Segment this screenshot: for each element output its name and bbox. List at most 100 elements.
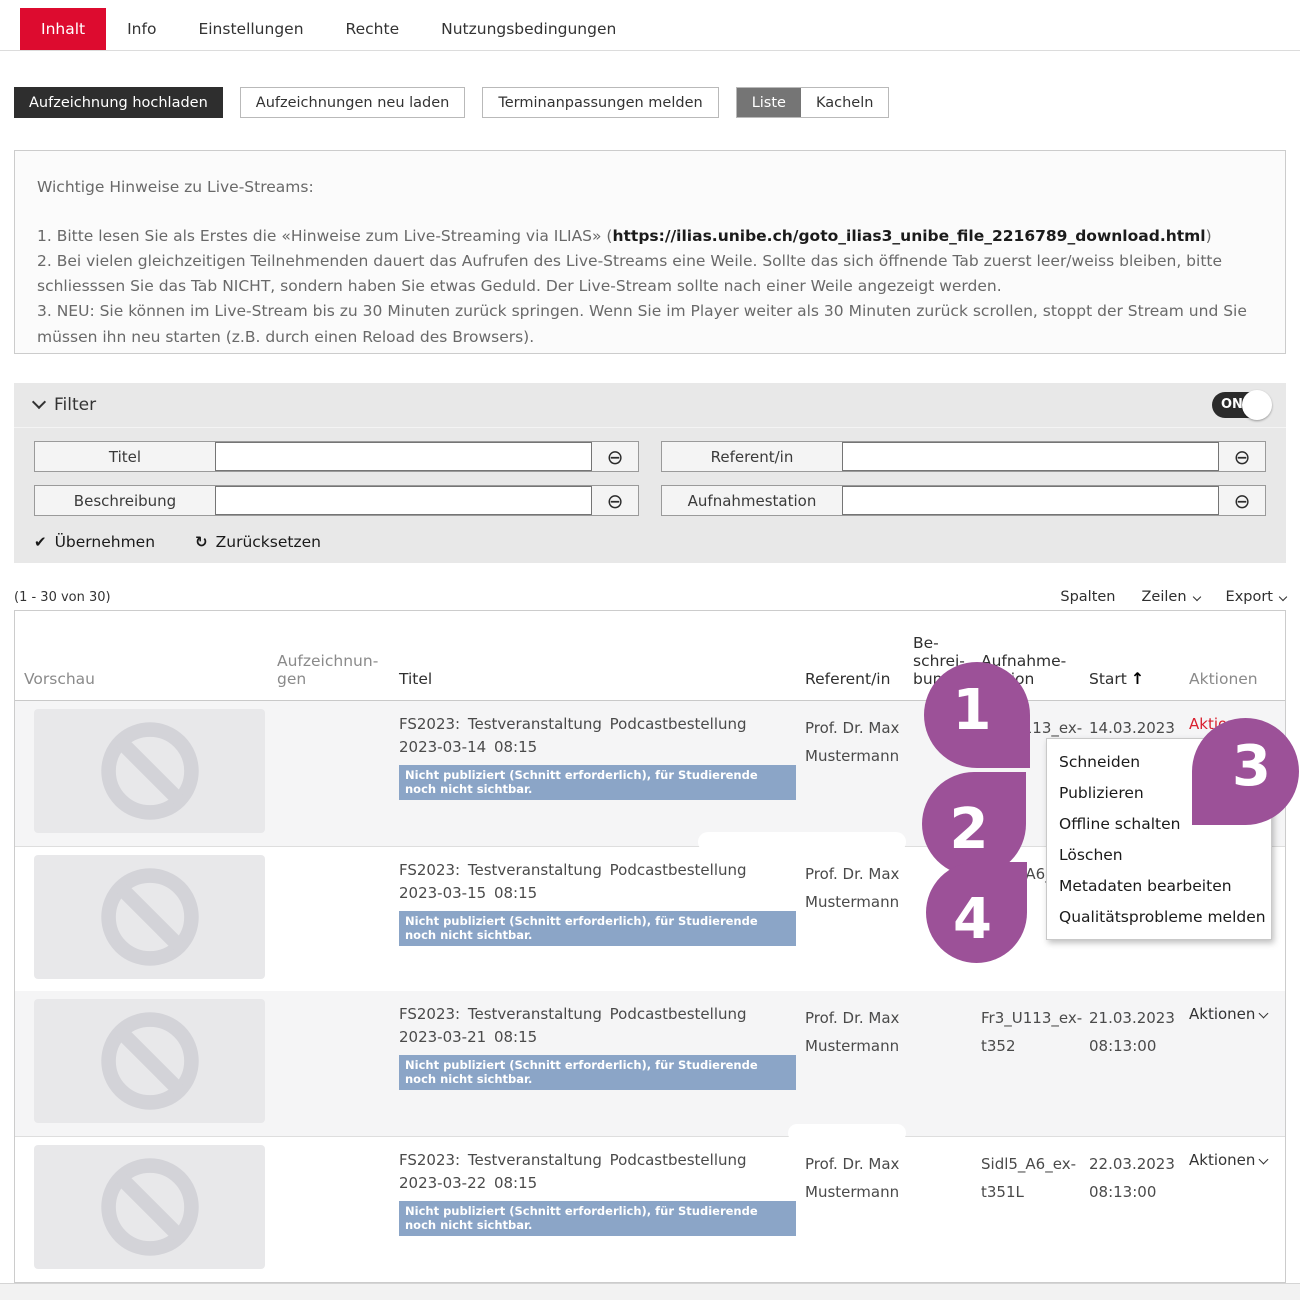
- start-cell: 22.03.2023 08:13:00: [1089, 1145, 1180, 1207]
- notice-line-1: 1. Bitte lesen Sie als Erstes die «Hinwe…: [37, 224, 1263, 249]
- remove-filter-icon[interactable]: ⊖: [592, 486, 638, 515]
- notice-download-link[interactable]: https://ilias.unibe.ch/goto_ilias3_unibe…: [612, 227, 1205, 245]
- row-actions-dropdown[interactable]: Aktionen: [1189, 999, 1285, 1023]
- recording-title[interactable]: FS2023: Testveranstaltung Podcastbestell…: [399, 1145, 796, 1196]
- preview-thumbnail: [34, 1145, 265, 1269]
- filter-field-titel: Titel ⊖: [34, 441, 639, 472]
- filter-input-aufnahmestation[interactable]: [842, 486, 1219, 515]
- filter-input-referent[interactable]: [842, 442, 1219, 471]
- tab-einstellungen[interactable]: Einstellungen: [177, 8, 324, 50]
- chevron-down-icon: [1259, 1155, 1269, 1165]
- no-preview-icon: [94, 715, 206, 827]
- filter-field-aufnahmestation: Aufnahmestation ⊖: [661, 485, 1266, 516]
- sort-asc-icon: ↑: [1131, 669, 1144, 688]
- toggle-on-label: ON: [1221, 397, 1243, 412]
- notice-line-1-suffix: ): [1206, 227, 1212, 245]
- remove-filter-icon[interactable]: ⊖: [592, 442, 638, 471]
- recording-title[interactable]: FS2023: Testveranstaltung Podcastbestell…: [399, 855, 796, 906]
- notice-heading: Wichtige Hinweise zu Live-Streams:: [37, 175, 1263, 200]
- report-schedule-changes-button[interactable]: Terminanpassungen melden: [482, 87, 718, 118]
- recordings-table: Vorschau Aufzeichnun­gen Titel Referent/…: [14, 610, 1286, 1283]
- filter-label-titel: Titel: [35, 442, 215, 471]
- actions-label: Aktionen: [1189, 1151, 1255, 1169]
- remove-filter-icon[interactable]: ⊖: [1219, 442, 1265, 471]
- result-range: (1 - 30 von 30): [14, 590, 111, 605]
- no-preview-icon: [94, 1151, 206, 1263]
- recording-title[interactable]: FS2023: Testveranstaltung Podcastbestell…: [399, 999, 796, 1050]
- annotation-callout-1: 1: [924, 662, 1030, 768]
- notice-line-1-prefix: 1. Bitte lesen Sie als Erstes die «Hinwe…: [37, 227, 612, 245]
- table-row: FS2023: Testveranstaltung Podcastbestell…: [15, 991, 1285, 1136]
- filter-label-referent: Referent/in: [662, 442, 842, 471]
- filter-apply-label: Übernehmen: [55, 533, 155, 551]
- export-dropdown[interactable]: Export: [1226, 589, 1286, 605]
- chevron-down-icon: [1192, 593, 1200, 601]
- columns-button[interactable]: Spalten: [1060, 589, 1115, 605]
- referent-cell: Prof. Dr. Max Mustermann: [805, 855, 904, 917]
- whiteout-mark: [788, 1124, 906, 1142]
- tab-bar: Inhalt Info Einstellungen Rechte Nutzung…: [0, 0, 1300, 51]
- rows-dropdown[interactable]: Zeilen: [1142, 589, 1200, 605]
- menu-item-qualitaetsprobleme-melden[interactable]: Qualitätsprobleme melden: [1047, 901, 1271, 932]
- view-tiles-button[interactable]: Kacheln: [801, 88, 888, 117]
- preview-thumbnail: [34, 709, 265, 833]
- whiteout-mark: [698, 832, 906, 852]
- columns-label: Spalten: [1060, 589, 1115, 605]
- filter-reset-label: Zurücksetzen: [216, 533, 321, 551]
- toolbar: Aufzeichnung hochladen Aufzeichnungen ne…: [14, 87, 1286, 118]
- toggle-knob: [1242, 390, 1272, 420]
- status-badge: Nicht publiziert (Schnitt erforderlich),…: [399, 1201, 796, 1237]
- referent-cell: Prof. Dr. Max Mustermann: [805, 999, 904, 1061]
- filter-label-aufnahmestation: Aufnahmestation: [662, 486, 842, 515]
- chevron-down-icon: [1279, 593, 1287, 601]
- table-header-row: Vorschau Aufzeichnun­gen Titel Referent/…: [15, 611, 1285, 701]
- filter-collapse-header[interactable]: Filter: [34, 395, 96, 415]
- reload-recordings-button[interactable]: Aufzeichnungen neu laden: [240, 87, 466, 118]
- remove-filter-icon[interactable]: ⊖: [1219, 486, 1265, 515]
- view-toggle-group: Liste Kacheln: [736, 87, 890, 118]
- filter-field-beschreibung: Beschreibung ⊖: [34, 485, 639, 516]
- actions-label: Aktionen: [1189, 1005, 1255, 1023]
- callout-number: 1: [953, 678, 992, 743]
- annotation-callout-3: 3: [1192, 718, 1299, 825]
- station-cell: Fr3_U113_ex-t352: [981, 999, 1074, 1061]
- no-preview-icon: [94, 861, 206, 973]
- filter-label-beschreibung: Beschreibung: [35, 486, 215, 515]
- col-header-aktionen: Aktionen: [1180, 670, 1285, 688]
- tab-inhalt[interactable]: Inhalt: [20, 8, 106, 50]
- filter-field-referent: Referent/in ⊖: [661, 441, 1266, 472]
- upload-recording-button[interactable]: Aufzeichnung hochladen: [14, 87, 223, 118]
- menu-item-loeschen[interactable]: Löschen: [1047, 839, 1271, 870]
- station-cell: Sidl5_A6_ex-t351L: [981, 1145, 1074, 1207]
- filter-input-titel[interactable]: [215, 442, 592, 471]
- check-icon: ✔: [34, 533, 47, 551]
- col-header-referent[interactable]: Referent/in: [796, 670, 904, 688]
- annotation-callout-2: 2: [922, 772, 1026, 876]
- status-badge: Nicht publiziert (Schnitt erforderlich),…: [399, 1055, 796, 1091]
- chevron-down-icon: [1259, 1009, 1269, 1019]
- col-header-start[interactable]: Start↑: [1080, 669, 1180, 688]
- tab-info[interactable]: Info: [106, 8, 177, 50]
- notice-line-3: 3. NEU: Sie können im Live-Stream bis zu…: [37, 299, 1263, 349]
- page-footer-strip: [0, 1283, 1300, 1300]
- start-label: Start: [1089, 670, 1127, 688]
- reset-icon: ↻: [195, 533, 208, 551]
- filter-apply-button[interactable]: ✔ Übernehmen: [34, 533, 155, 551]
- live-stream-notice-box: Wichtige Hinweise zu Live-Streams: 1. Bi…: [14, 150, 1286, 354]
- export-label: Export: [1226, 589, 1273, 605]
- menu-item-metadaten-bearbeiten[interactable]: Metadaten bearbeiten: [1047, 870, 1271, 901]
- tab-nutzungsbedingungen[interactable]: Nutzungsbedingungen: [420, 8, 637, 50]
- referent-cell: Prof. Dr. Max Mustermann: [805, 1145, 904, 1207]
- recording-title[interactable]: FS2023: Testveranstaltung Podcastbestell…: [399, 709, 796, 760]
- filter-input-beschreibung[interactable]: [215, 486, 592, 515]
- status-badge: Nicht publiziert (Schnitt erforderlich),…: [399, 911, 796, 947]
- filter-reset-button[interactable]: ↻ Zurücksetzen: [195, 533, 321, 551]
- view-list-button[interactable]: Liste: [737, 88, 801, 117]
- col-header-titel[interactable]: Titel: [390, 670, 796, 688]
- annotation-callout-4: 4: [926, 862, 1027, 963]
- no-preview-icon: [94, 1005, 206, 1117]
- row-actions-dropdown[interactable]: Aktionen: [1189, 1145, 1285, 1169]
- filter-on-toggle[interactable]: ON: [1212, 392, 1266, 418]
- tab-rechte[interactable]: Rechte: [325, 8, 421, 50]
- filter-title: Filter: [54, 395, 96, 415]
